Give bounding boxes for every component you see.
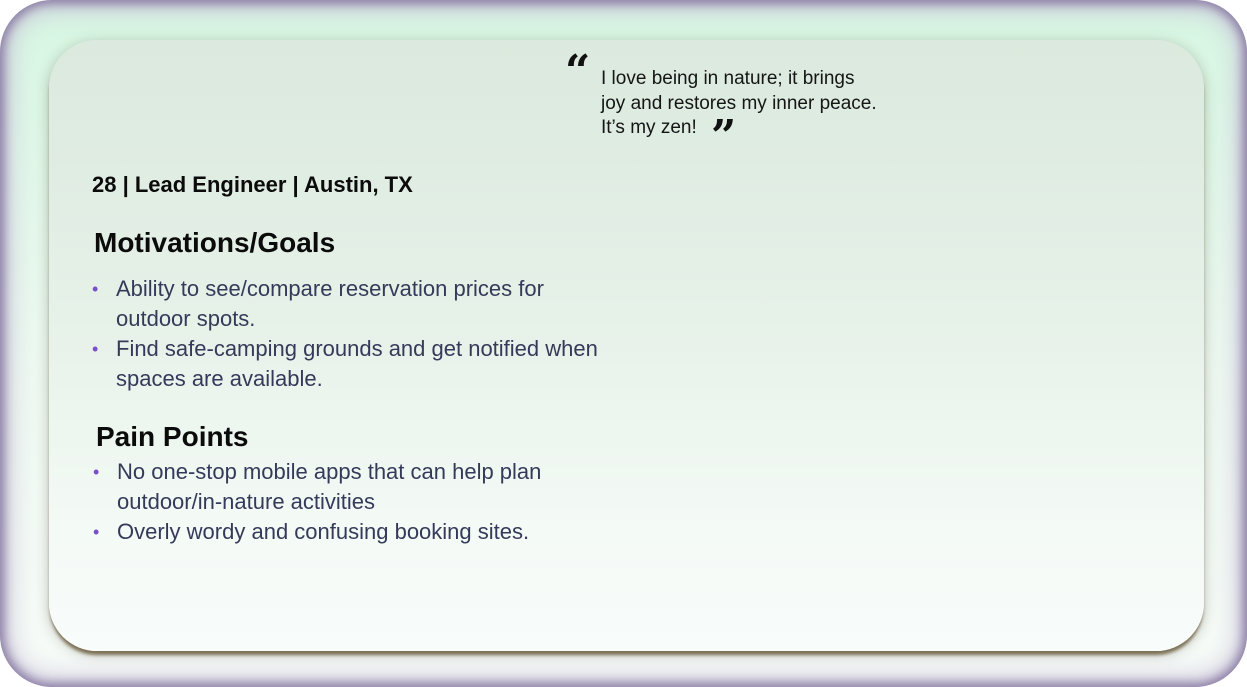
persona-demographics: 28 | Lead Engineer | Austin, TX bbox=[92, 172, 413, 197]
persona-frame: “ I love being in nature; it brings joy … bbox=[0, 0, 1247, 687]
close-quote-icon: ” bbox=[711, 111, 737, 162]
quote-line: I love being in nature; it brings bbox=[601, 68, 855, 89]
quote-line: It’s my zen! bbox=[601, 117, 697, 138]
list-item-text: outdoor spots. bbox=[116, 306, 256, 331]
pain-points-list: • No one-stop mobile apps that can help … bbox=[93, 457, 677, 547]
persona-quote: I love being in nature; it brings joy an… bbox=[601, 67, 931, 141]
bullet-icon: • bbox=[92, 339, 99, 359]
bullet-icon: • bbox=[93, 462, 100, 482]
list-item-text: outdoor/in-nature activities bbox=[117, 489, 376, 514]
bullet-icon: • bbox=[93, 522, 100, 542]
list-item-text: Ability to see/compare reservation price… bbox=[116, 276, 544, 301]
list-item: • Ability to see/compare reservation pri… bbox=[92, 274, 676, 334]
pain-points-heading: Pain Points bbox=[96, 421, 249, 452]
list-item: • Overly wordy and confusing booking sit… bbox=[93, 517, 677, 547]
list-item-text: No one-stop mobile apps that can help pl… bbox=[117, 459, 542, 484]
list-item-text: Overly wordy and confusing booking sites… bbox=[117, 519, 530, 544]
motivations-heading: Motivations/Goals bbox=[94, 227, 336, 258]
bullet-icon: • bbox=[92, 279, 99, 299]
motivations-list: • Ability to see/compare reservation pri… bbox=[92, 274, 676, 394]
list-item-text: Find safe-camping grounds and get notifi… bbox=[116, 336, 598, 361]
quote-line: joy and restores my inner peace. bbox=[601, 92, 877, 114]
list-item: • No one-stop mobile apps that can help … bbox=[93, 457, 677, 517]
open-quote-icon: “ bbox=[565, 46, 591, 97]
list-item-text: spaces are available. bbox=[116, 366, 323, 391]
list-item: • Find safe-camping grounds and get noti… bbox=[92, 334, 676, 394]
